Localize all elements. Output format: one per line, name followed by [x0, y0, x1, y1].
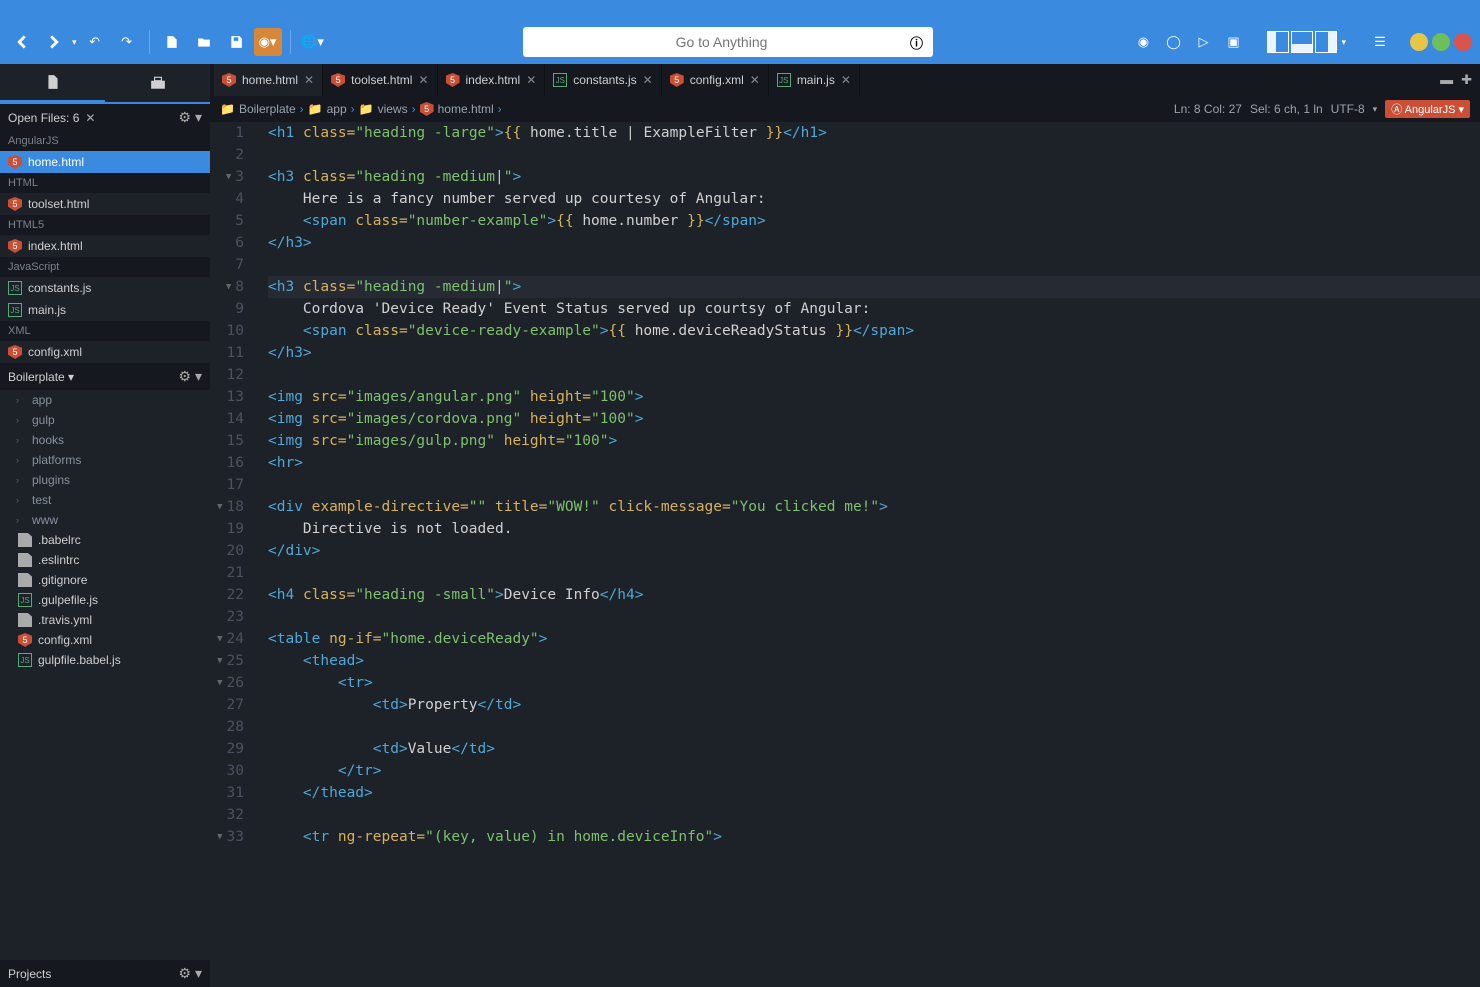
open-file-item[interactable]: 5index.html — [0, 235, 210, 257]
record-macro-button[interactable]: ◉▾ — [254, 28, 282, 56]
forward-button[interactable] — [40, 28, 68, 56]
open-files-list: AngularJS5home.htmlHTML5toolset.htmlHTML… — [0, 131, 210, 363]
breadcrumb-item[interactable]: 📁 Boilerplate — [220, 102, 296, 116]
layout-right-button[interactable] — [1315, 31, 1337, 53]
projects-header: Projects ⚙ ▾ — [0, 960, 210, 987]
file-group-label: XML — [0, 321, 210, 341]
file-group-label: AngularJS — [0, 131, 210, 151]
window-titlebar — [0, 0, 1480, 20]
editor-area: 5home.html✕5toolset.html✕5index.html✕JSc… — [210, 64, 1480, 987]
sidebar-tab-files[interactable] — [0, 64, 105, 102]
close-button[interactable] — [1454, 33, 1472, 51]
goto-anything-search[interactable]: ⓘ — [523, 27, 933, 57]
encoding-selector[interactable]: UTF-8 — [1331, 102, 1365, 116]
editor-tab[interactable]: JSmain.js✕ — [769, 64, 860, 96]
open-file-item[interactable]: JSconstants.js — [0, 277, 210, 299]
editor-tabs: 5home.html✕5toolset.html✕5index.html✕JSc… — [210, 64, 1480, 96]
sidebar: Open Files: 6✕ ⚙ ▾ AngularJS5home.htmlHT… — [0, 64, 210, 987]
open-file-item[interactable]: 5config.xml — [0, 341, 210, 363]
close-tab-icon[interactable]: ✕ — [643, 73, 653, 87]
file-group-label: JavaScript — [0, 257, 210, 277]
menu-button[interactable]: ☰ — [1366, 28, 1394, 56]
editor-tab[interactable]: 5config.xml✕ — [662, 64, 769, 96]
save-button[interactable] — [222, 28, 250, 56]
folder-item[interactable]: ›plugins — [0, 470, 210, 490]
editor-tab[interactable]: 5toolset.html✕ — [323, 64, 437, 96]
folder-item[interactable]: ›hooks — [0, 430, 210, 450]
open-file-item[interactable]: 5toolset.html — [0, 193, 210, 215]
close-tab-icon[interactable]: ✕ — [526, 73, 536, 87]
stop-button[interactable]: ◯ — [1159, 28, 1187, 56]
layout-left-button[interactable] — [1267, 31, 1289, 53]
layout-bottom-button[interactable] — [1291, 31, 1313, 53]
debug-controls: ◉ ◯ ▷ ▣ — [1129, 28, 1247, 56]
search-input[interactable] — [533, 34, 910, 50]
file-tree-item[interactable]: JS.gulpefile.js — [0, 590, 210, 610]
gear-icon[interactable]: ⚙ ▾ — [179, 965, 202, 982]
layout-controls: ▾ — [1267, 31, 1346, 53]
debug-button[interactable]: ▣ — [1219, 28, 1247, 56]
close-tab-icon[interactable]: ✕ — [418, 73, 428, 87]
undo-button[interactable]: ↶ — [81, 28, 109, 56]
open-folder-button[interactable] — [190, 28, 218, 56]
editor-tab[interactable]: 5home.html✕ — [214, 64, 323, 96]
close-tab-icon[interactable]: ✕ — [304, 73, 314, 87]
projects-label[interactable]: Projects — [8, 967, 51, 981]
gear-icon[interactable]: ⚙ ▾ — [179, 109, 202, 126]
redo-button[interactable]: ↷ — [113, 28, 141, 56]
open-files-header: Open Files: 6 ✕ ⚙ ▾ — [0, 104, 210, 131]
folder-item[interactable]: ›www — [0, 510, 210, 530]
project-tree: ›app›gulp›hooks›platforms›plugins›test›w… — [0, 390, 210, 960]
breadcrumb: 📁 Boilerplate› 📁 app› 📁 views› 5 home.ht… — [210, 96, 1480, 122]
project-header: Boilerplate ▾ ⚙ ▾ — [0, 363, 210, 390]
close-panel-icon[interactable]: ✕ — [85, 111, 95, 125]
folder-item[interactable]: ›platforms — [0, 450, 210, 470]
new-file-button[interactable] — [158, 28, 186, 56]
folder-item[interactable]: ›gulp — [0, 410, 210, 430]
gear-icon[interactable]: ⚙ ▾ — [179, 368, 202, 385]
project-name[interactable]: Boilerplate — [8, 370, 65, 384]
file-tree-item[interactable]: 5config.xml — [0, 630, 210, 650]
info-icon[interactable]: ⓘ — [910, 33, 923, 52]
sidebar-tab-toolbox[interactable] — [105, 64, 210, 102]
tab-list-button[interactable]: ▬ — [1440, 72, 1453, 88]
toolbar: ▾ ↶ ↷ ◉▾ 🌐▾ ⓘ ◉ ◯ ▷ ▣ ▾ ☰ — [0, 20, 1480, 64]
editor-tab[interactable]: 5index.html✕ — [438, 64, 546, 96]
file-tree-item[interactable]: .babelrc — [0, 530, 210, 550]
status-caret-icon[interactable]: ▾ — [1373, 104, 1378, 115]
dropdown-caret-icon[interactable]: ▾ — [72, 37, 77, 48]
close-tab-icon[interactable]: ✕ — [750, 73, 760, 87]
file-tree-item[interactable]: JSgulpfile.babel.js — [0, 650, 210, 670]
file-tree-item[interactable]: .eslintrc — [0, 550, 210, 570]
editor-tab[interactable]: JSconstants.js✕ — [545, 64, 661, 96]
record-button[interactable]: ◉ — [1129, 28, 1157, 56]
file-group-label: HTML — [0, 173, 210, 193]
play-button[interactable]: ▷ — [1189, 28, 1217, 56]
folder-item[interactable]: ›app — [0, 390, 210, 410]
browser-preview-button[interactable]: 🌐▾ — [299, 28, 327, 56]
new-tab-button[interactable]: ✚ — [1461, 72, 1472, 88]
open-file-item[interactable]: JSmain.js — [0, 299, 210, 321]
file-tree-item[interactable]: .gitignore — [0, 570, 210, 590]
folder-item[interactable]: ›test — [0, 490, 210, 510]
minimize-button[interactable] — [1410, 33, 1428, 51]
language-badge[interactable]: Ⓐ AngularJS ▾ — [1385, 100, 1470, 118]
file-group-label: HTML5 — [0, 215, 210, 235]
code-editor[interactable]: 12▼34567▼891011121314151617▼181920212223… — [210, 122, 1480, 987]
breadcrumb-item[interactable]: 📁 app — [308, 102, 347, 116]
breadcrumb-item[interactable]: 📁 views — [359, 102, 408, 116]
back-button[interactable] — [8, 28, 36, 56]
layout-dropdown-icon[interactable]: ▾ — [1341, 37, 1346, 48]
close-tab-icon[interactable]: ✕ — [841, 73, 851, 87]
cursor-position: Ln: 8 Col: 27 — [1174, 102, 1242, 116]
open-file-item[interactable]: 5home.html — [0, 151, 210, 173]
selection-info: Sel: 6 ch, 1 ln — [1250, 102, 1323, 116]
maximize-button[interactable] — [1432, 33, 1450, 51]
file-tree-item[interactable]: .travis.yml — [0, 610, 210, 630]
breadcrumb-item[interactable]: 5 home.html — [420, 102, 494, 116]
open-files-label: Open Files: 6 — [8, 111, 79, 125]
